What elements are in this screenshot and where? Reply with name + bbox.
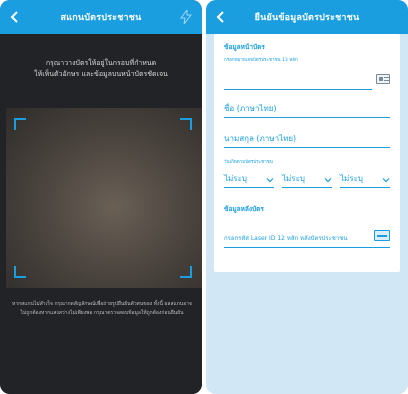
instruction-line-1: กรุณาวางบัตรให้อยู่ในกรอบที่กำหนด: [45, 59, 157, 67]
chevron-down-icon: [324, 178, 332, 183]
dob-label: วันเกิดตามบัตรประชาชน: [224, 160, 273, 165]
chevron-down-icon: [266, 178, 274, 183]
back-section-heading: ข้อมูลหลังบัตร: [224, 205, 264, 213]
bottom-background: [206, 272, 408, 394]
flash-button[interactable]: [178, 8, 194, 26]
id-card-photo: [379, 77, 383, 81]
scan-disclaimer: หากสแกนไม่สำเร็จ กรุณากดสัญลักษณ์เพื่อถ่…: [12, 301, 192, 316]
confirm-title: ยืนยันข้อมูลบัตรประชาชน: [254, 13, 360, 23]
frame-corner-bottom-right: [180, 266, 192, 278]
id-card-icon[interactable]: [376, 74, 390, 84]
frame-corner-bottom-left: [14, 266, 26, 278]
frame-corner-top-left: [14, 118, 26, 130]
scan-top-bar: สแกนบัตรประชาชน: [0, 0, 202, 34]
chevron-left-icon: [216, 11, 224, 23]
camera-preview: [6, 108, 202, 288]
confirm-id-screen: ยืนยันข้อมูลบัตรประชาชน ข้อมูลหน้าบัตร ก…: [206, 0, 408, 394]
id-number-label: กรอกหมายเลขบัตรประชาชน 13 หลัก: [224, 58, 298, 63]
back-button[interactable]: [212, 8, 230, 26]
laser-id-placeholder: กรอกรหัส Laser ID 12 หลัก หลังบัตรประชาช…: [224, 234, 348, 242]
month-select[interactable]: ไม่ระบุ: [282, 172, 332, 188]
frame-corner-top-right: [180, 118, 192, 130]
chevron-left-icon: [10, 11, 18, 23]
dob-selects: ไม่ระบุ ไม่ระบุ ไม่ระบุ: [224, 172, 390, 188]
year-value: ไม่ระบุ: [340, 174, 363, 183]
scan-instruction: กรุณาวางบัตรให้อยู่ในกรอบที่กำหนด ให้เห็…: [14, 58, 188, 80]
id-form-card: ข้อมูลหน้าบัตร กรอกหมายเลขบัตรประชาชน 13…: [214, 34, 400, 272]
id-number-field[interactable]: [224, 76, 372, 90]
confirm-top-bar: ยืนยันข้อมูลบัตรประชาชน: [206, 0, 408, 34]
first-name-field[interactable]: ชื่อ (ภาษาไทย): [224, 104, 390, 118]
first-name-placeholder: ชื่อ (ภาษาไทย): [224, 104, 277, 113]
day-select[interactable]: ไม่ระบุ: [224, 172, 274, 188]
flash-icon: [180, 10, 192, 24]
id-card-back-icon[interactable]: [374, 230, 390, 241]
laser-id-field[interactable]: กรอกรหัส Laser ID 12 หลัก หลังบัตรประชาช…: [224, 228, 390, 248]
last-name-placeholder: นามสกุล (ภาษาไทย): [224, 134, 297, 143]
scan-title: สแกนบัตรประชาชน: [60, 13, 142, 23]
instruction-line-2: ให้เห็นตัวอักษร และข้อมูลบนหน้าบัตรชัดเจ…: [34, 70, 168, 78]
back-button[interactable]: [6, 8, 24, 26]
chevron-down-icon: [382, 178, 390, 183]
scan-id-screen: สแกนบัตรประชาชน กรุณาวางบัตรให้อยู่ในกรอ…: [0, 0, 202, 394]
front-section-heading: ข้อมูลหน้าบัตร: [224, 43, 265, 51]
day-value: ไม่ระบุ: [224, 174, 247, 183]
year-select[interactable]: ไม่ระบุ: [340, 172, 390, 188]
month-value: ไม่ระบุ: [282, 174, 305, 183]
last-name-field[interactable]: นามสกุล (ภาษาไทย): [224, 134, 390, 148]
